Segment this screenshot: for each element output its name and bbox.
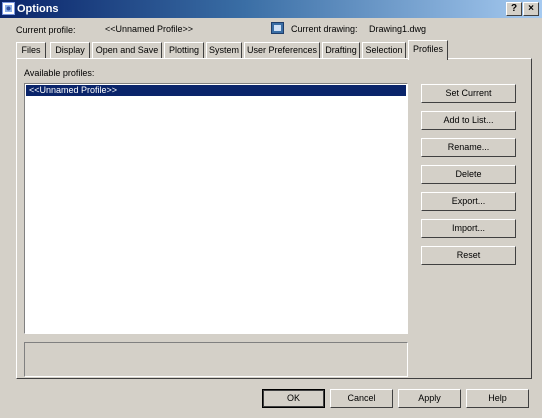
tab-selection[interactable]: Selection <box>362 42 406 58</box>
tab-drafting[interactable]: Drafting <box>322 42 360 58</box>
set-current-button[interactable]: Set Current <box>421 84 516 103</box>
drawing-icon <box>271 22 284 34</box>
profile-description-box <box>24 342 408 377</box>
current-drawing-label: Current drawing: <box>291 24 358 34</box>
list-item[interactable]: <<Unnamed Profile>> <box>26 85 406 96</box>
tab-files[interactable]: Files <box>16 42 46 58</box>
tab-system[interactable]: System <box>206 42 242 58</box>
export-button[interactable]: Export... <box>421 192 516 211</box>
rename-button[interactable]: Rename... <box>421 138 516 157</box>
tab-user-preferences[interactable]: User Preferences <box>244 42 320 58</box>
available-profiles-label: Available profiles: <box>24 68 95 78</box>
tab-plotting[interactable]: Plotting <box>164 42 204 58</box>
add-to-list-button[interactable]: Add to List... <box>421 111 516 130</box>
window-title: Options <box>17 3 59 15</box>
apply-button[interactable]: Apply <box>398 389 461 408</box>
import-button[interactable]: Import... <box>421 219 516 238</box>
help-button[interactable]: Help <box>466 389 529 408</box>
app-icon <box>2 2 15 15</box>
title-bar <box>0 0 542 18</box>
tab-profiles[interactable]: Profiles <box>408 40 448 60</box>
help-title-button[interactable]: ? <box>506 2 522 16</box>
close-title-button[interactable]: × <box>523 2 539 16</box>
tab-open-and-save[interactable]: Open and Save <box>92 42 162 58</box>
reset-button[interactable]: Reset <box>421 246 516 265</box>
cancel-button[interactable]: Cancel <box>330 389 393 408</box>
current-drawing-value: Drawing1.dwg <box>369 24 427 34</box>
current-profile-label: Current profile: <box>16 25 76 35</box>
profiles-list[interactable]: <<Unnamed Profile>> <box>24 83 408 334</box>
ok-button[interactable]: OK <box>262 389 325 408</box>
delete-button[interactable]: Delete <box>421 165 516 184</box>
tab-display[interactable]: Display <box>50 42 90 58</box>
current-profile-value: <<Unnamed Profile>> <box>105 24 194 34</box>
